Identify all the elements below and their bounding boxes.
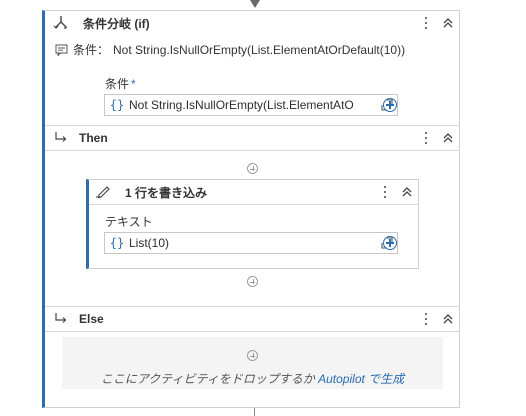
then-header[interactable]: Then — [45, 126, 460, 150]
divider-then-body — [45, 150, 460, 151]
text-expression-text: List(10) — [129, 236, 170, 250]
text-add-icon[interactable] — [383, 236, 397, 250]
condition-field-label-text: 条件 — [105, 77, 130, 91]
if-activity-container[interactable]: 条件分岐 (if) 条件： Not String.IsNullOrEmpty(L… — [42, 10, 460, 408]
then-collapse-icon[interactable] — [442, 131, 454, 145]
if-branch-icon — [53, 15, 69, 31]
write-line-activity-card[interactable]: 1 行を書き込み テキスト {} List(10) — [86, 179, 419, 269]
generate-link[interactable]: で生成 — [368, 372, 404, 386]
then-more-menu-icon[interactable] — [420, 131, 432, 145]
write-line-collapse-icon[interactable] — [401, 185, 413, 199]
condition-summary-label: 条件： — [73, 43, 110, 57]
else-title: Else — [79, 312, 104, 326]
drop-hint: ここにアクティビティをドロップするか Autopilot で生成 — [62, 370, 443, 387]
write-line-header[interactable]: 1 行を書き込み — [89, 180, 419, 204]
if-title: 条件分岐 (if) — [83, 16, 150, 31]
condition-expression-input[interactable]: {} Not String.IsNullOrEmpty(List.Element… — [104, 94, 398, 116]
add-activity-after-icon[interactable] — [247, 276, 258, 287]
if-collapse-icon[interactable] — [442, 16, 454, 30]
condition-add-icon[interactable] — [383, 98, 397, 112]
condition-summary-value: Not String.IsNullOrEmpty(List.ElementAtO… — [113, 42, 406, 57]
required-mark: * — [131, 77, 136, 91]
else-header[interactable]: Else — [45, 307, 460, 331]
drop-hint-prefix: ここにアクティビティをドロップするか — [100, 372, 315, 386]
else-collapse-icon[interactable] — [442, 312, 454, 326]
write-line-title: 1 行を書き込み — [125, 185, 208, 200]
else-more-menu-icon[interactable] — [420, 312, 432, 326]
then-arrow-icon — [54, 131, 68, 145]
text-expression-input[interactable]: {} List(10) — [104, 232, 398, 254]
autopilot-link[interactable]: Autopilot — [318, 372, 365, 386]
then-title: Then — [79, 131, 108, 145]
if-header[interactable]: 条件分岐 (if) — [45, 11, 460, 35]
else-add-activity-icon[interactable] — [247, 350, 258, 361]
add-activity-before-icon[interactable] — [247, 163, 258, 174]
condition-expression-text: Not String.IsNullOrEmpty(List.ElementAtO — [129, 98, 354, 112]
text-brace-icon: {} — [109, 236, 125, 250]
else-drop-zone[interactable]: ここにアクティビティをドロップするか Autopilot で生成 — [62, 337, 443, 389]
divider-else-body — [45, 331, 460, 332]
incoming-connector-arrow — [250, 0, 260, 8]
expression-brace-icon: {} — [109, 98, 125, 112]
else-arrow-icon — [54, 312, 68, 326]
text-field-label: テキスト — [105, 215, 153, 229]
condition-summary: 条件： Not String.IsNullOrEmpty(List.Elemen… — [55, 41, 405, 58]
write-line-divider — [89, 204, 419, 205]
if-more-menu-icon[interactable] — [420, 16, 432, 30]
outgoing-connector-line — [254, 408, 255, 416]
condition-field-label: 条件 * — [105, 75, 136, 92]
annotation-icon — [55, 44, 69, 57]
write-line-more-menu-icon[interactable] — [379, 185, 391, 199]
write-line-pencil-icon — [95, 185, 111, 199]
